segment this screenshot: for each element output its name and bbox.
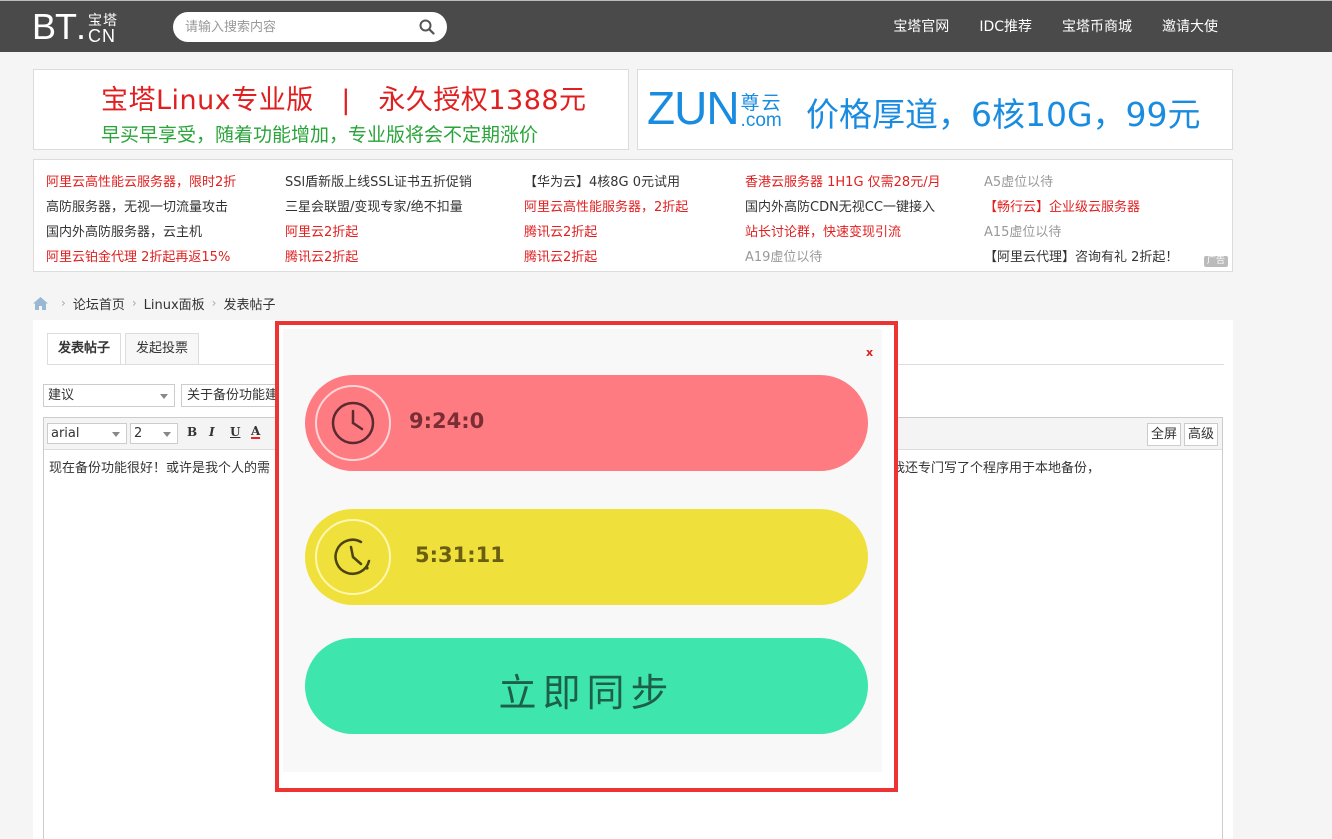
ad-link[interactable]: 【畅行云】企业级云服务器	[984, 196, 1140, 215]
breadcrumb-separator: ›	[61, 296, 66, 310]
search-box	[173, 12, 447, 42]
logo-dot: .	[76, 6, 87, 47]
ad-link[interactable]: SSl盾新版上线SSL证书五折促销	[285, 171, 472, 190]
breadcrumb: › 论坛首页 › Linux面板 › 发表帖子	[33, 294, 276, 313]
tab-new-poll[interactable]: 发起投票	[125, 333, 200, 365]
font-size-value: 2	[134, 426, 143, 441]
home-icon[interactable]	[33, 296, 48, 310]
search-icon[interactable]	[419, 19, 435, 35]
ad-link[interactable]: 阿里云高性能云服务器，限时2折	[46, 171, 236, 190]
zun-logo-com: .com	[740, 110, 782, 131]
italic-button[interactable]: I	[209, 425, 215, 439]
search-input[interactable]	[185, 18, 405, 36]
nav-coin-store[interactable]: 宝塔币商城	[1062, 1, 1132, 53]
ad-link[interactable]: 国内外高防服务器，云主机	[46, 221, 202, 240]
font-family-value: arial	[51, 426, 80, 441]
tab-new-post[interactable]: 发表帖子	[47, 333, 122, 365]
ad-link[interactable]: 腾讯云2折起	[524, 246, 597, 265]
breadcrumb-separator: ›	[131, 296, 137, 310]
banner-bt-pro[interactable]: 宝塔Linux专业版 | 永久授权1388元 早买早享受，随着功能增加，专业版将…	[33, 69, 629, 150]
font-size-select[interactable]: 2	[130, 423, 178, 444]
nav-idc[interactable]: IDC推荐	[979, 1, 1032, 53]
ad-link[interactable]: A5虚位以待	[984, 171, 1053, 190]
sync-modal-body: x 9:24:0 5:31:11 立即同步	[283, 329, 882, 772]
ad-link[interactable]: 【华为云】4核8G 0元试用	[524, 171, 680, 190]
zun-logo-word: ZUN	[647, 82, 740, 134]
time-row-1: 9:24:0	[305, 375, 868, 471]
banner-zun-text: 价格厚道，6核10G，99元	[806, 95, 1201, 134]
breadcrumb-linux-panel[interactable]: Linux面板	[144, 294, 205, 313]
clock-icon	[315, 519, 391, 595]
ad-link[interactable]: 香港云服务器 1H1G 仅需28元/月	[745, 171, 941, 190]
banner-bt-pro-subtitle: 早买早享受，随着功能增加，专业版将会不定期涨价	[101, 124, 539, 146]
ad-link[interactable]: 阿里云高性能服务器，2折起	[524, 196, 688, 215]
nav-bt-official[interactable]: 宝塔官网	[893, 1, 949, 53]
post-type-value: 建议	[48, 388, 75, 403]
bt-logo[interactable]: BT . 宝塔 CN	[32, 6, 118, 47]
ad-link[interactable]: 腾讯云2折起	[524, 221, 597, 240]
sync-modal: x 9:24:0 5:31:11 立即同步	[275, 321, 898, 792]
font-color-button[interactable]: A	[251, 425, 261, 439]
time-row-2: 5:31:11	[305, 509, 868, 605]
nav-invite[interactable]: 邀请大使	[1162, 1, 1218, 53]
editor-content-start: 现在备份功能很好！或许是我个人的需	[49, 461, 271, 476]
sync-now-button[interactable]: 立即同步	[305, 638, 868, 734]
sync-now-label: 立即同步	[498, 671, 675, 715]
time-value-2: 5:31:11	[415, 543, 505, 567]
font-family-select[interactable]: arial	[47, 423, 127, 444]
breadcrumb-forum-home[interactable]: 论坛首页	[73, 294, 125, 313]
ad-grid: 阿里云高性能云服务器，限时2折 高防服务器，无视一切流量攻击 国内外高防服务器，…	[33, 159, 1233, 272]
ad-link[interactable]: A15虚位以待	[984, 221, 1061, 240]
fullscreen-button[interactable]: 全屏	[1147, 423, 1182, 446]
logo-side: 宝塔 CN	[88, 14, 118, 46]
banner-zun[interactable]: ZUN 尊云 .com 价格厚道，6核10G，99元	[637, 69, 1233, 150]
close-button[interactable]: x	[866, 347, 873, 358]
breadcrumb-new-post: 发表帖子	[223, 297, 276, 313]
editor-content-end: 此我还专门写了个程序用于本地备份，	[879, 461, 1101, 476]
bold-button[interactable]: B	[187, 425, 197, 439]
post-type-select[interactable]: 建议	[43, 384, 175, 407]
ad-link[interactable]: 三星会联盟/变现专家/绝不扣量	[285, 196, 463, 215]
zun-logo-side: 尊云 .com	[740, 94, 783, 131]
ad-link[interactable]: 阿里云2折起	[285, 221, 358, 240]
ad-link[interactable]: 站长讨论群，快速变现引流	[745, 221, 901, 240]
post-tabs: 发表帖子 发起投票	[47, 333, 203, 365]
ad-tag: 广告	[1203, 256, 1228, 267]
chevron-down-icon	[112, 432, 120, 437]
ad-link[interactable]: A19虚位以待	[745, 246, 822, 265]
zun-logo: ZUN 尊云 .com	[647, 82, 783, 134]
banner-bt-pro-title: 宝塔Linux专业版 | 永久授权1388元	[101, 85, 587, 116]
logo-cn-text: CN	[88, 26, 117, 46]
top-header: BT . 宝塔 CN 宝塔官网 IDC推荐 宝塔币商城 邀请大使	[0, 0, 1332, 52]
time-value-1: 9:24:0	[409, 409, 485, 433]
chevron-down-icon	[163, 432, 171, 437]
logo-bt-text: BT	[32, 6, 77, 47]
ad-link[interactable]: 腾讯云2折起	[285, 246, 358, 265]
chevron-down-icon	[160, 394, 168, 399]
ad-link[interactable]: 阿里云铂金代理 2折起再返15%	[46, 246, 230, 265]
top-nav: 宝塔官网 IDC推荐 宝塔币商城 邀请大使	[863, 1, 1218, 53]
breadcrumb-separator: ›	[211, 296, 217, 310]
ad-link[interactable]: 国内外高防CDN无视CC一键接入	[745, 196, 935, 215]
ad-link[interactable]: 高防服务器，无视一切流量攻击	[46, 196, 228, 215]
clock-icon	[315, 385, 391, 461]
ad-link[interactable]: 【阿里云代理】咨询有礼 2折起！	[984, 246, 1178, 265]
advanced-mode-button[interactable]: 高级	[1184, 423, 1219, 446]
underline-button[interactable]: U	[230, 425, 240, 439]
